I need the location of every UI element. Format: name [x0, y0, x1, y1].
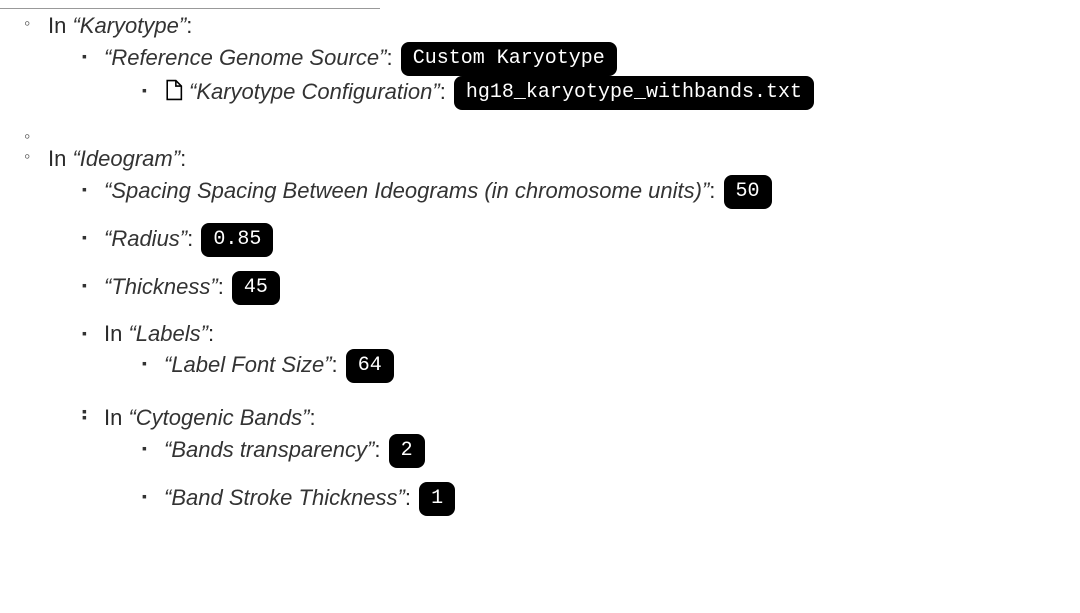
labels-name: “Labels” — [128, 321, 207, 346]
thickness-value: 45 — [232, 271, 280, 305]
file-icon — [164, 79, 183, 110]
radius-value: 0.85 — [201, 223, 273, 257]
karyotype-suffix: : — [186, 13, 192, 38]
ref-genome-value: Custom Karyotype — [401, 42, 617, 76]
ideogram-prefix: In — [48, 146, 72, 171]
spacing-value: 50 — [724, 175, 772, 209]
label-font-size-label: “Label Font Size” — [164, 352, 332, 377]
colon: : — [187, 225, 199, 250]
top-divider — [0, 8, 380, 9]
band-stroke-label: “Band Stroke Thickness” — [164, 485, 405, 510]
band-stroke-item: “Band Stroke Thickness”: 1 — [164, 482, 1080, 516]
ideogram-name: “Ideogram” — [72, 146, 180, 171]
band-stroke-value: 1 — [419, 482, 455, 516]
colon: : — [709, 177, 721, 202]
spacer — [48, 124, 1080, 144]
cytogenic-subsection: In “Cytogenic Bands”: “Bands transparenc… — [104, 403, 1080, 516]
radius-label: “Radius” — [104, 225, 187, 250]
cytogenic-prefix: In — [104, 405, 128, 430]
outer-list: In “Karyotype”: “Reference Genome Source… — [0, 11, 1080, 516]
colon: : — [440, 79, 452, 104]
colon: : — [405, 485, 417, 510]
colon: : — [374, 437, 386, 462]
labels-suffix: : — [208, 321, 214, 346]
cytogenic-suffix: : — [309, 405, 315, 430]
spacing-item: “Spacing Spacing Between Ideograms (in c… — [104, 175, 1080, 209]
karyotype-config-item: “Karyotype Configuration”: hg18_karyotyp… — [164, 76, 1080, 110]
karyotype-section: In “Karyotype”: “Reference Genome Source… — [48, 11, 1080, 110]
karyotype-sub-items: “Karyotype Configuration”: hg18_karyotyp… — [104, 76, 1080, 110]
karyotype-prefix: In — [48, 13, 72, 38]
label-font-size-item: “Label Font Size”: 64 — [164, 349, 1080, 383]
karyotype-items: “Reference Genome Source”: Custom Karyot… — [48, 42, 1080, 110]
radius-item: “Radius”: 0.85 — [104, 223, 1080, 257]
bands-transparency-label: “Bands transparency” — [164, 437, 374, 462]
cytogenic-name: “Cytogenic Bands” — [128, 405, 309, 430]
cytogenic-items: “Bands transparency”: 2 “Band Stroke Thi… — [104, 434, 1080, 516]
labels-prefix: In — [104, 321, 128, 346]
ideogram-items: “Spacing Spacing Between Ideograms (in c… — [48, 175, 1080, 517]
labels-items: “Label Font Size”: 64 — [104, 349, 1080, 383]
thickness-label: “Thickness” — [104, 273, 218, 298]
karyotype-config-label: “Karyotype Configuration” — [189, 79, 440, 104]
ideogram-suffix: : — [180, 146, 186, 171]
ref-genome-label: “Reference Genome Source” — [104, 45, 386, 70]
label-font-size-value: 64 — [346, 349, 394, 383]
labels-subsection: In “Labels”: “Label Font Size”: 64 — [104, 319, 1080, 384]
ideogram-section: In “Ideogram”: “Spacing Spacing Between … — [48, 144, 1080, 516]
karyotype-name: “Karyotype” — [72, 13, 186, 38]
thickness-item: “Thickness”: 45 — [104, 271, 1080, 305]
colon: : — [386, 45, 398, 70]
karyotype-config-value: hg18_karyotype_withbands.txt — [454, 76, 814, 110]
spacing-label: “Spacing Spacing Between Ideograms (in c… — [104, 177, 709, 202]
bands-transparency-value: 2 — [389, 434, 425, 468]
bands-transparency-item: “Bands transparency”: 2 — [164, 434, 1080, 468]
colon: : — [218, 273, 230, 298]
colon: : — [332, 352, 344, 377]
ref-genome-item: “Reference Genome Source”: Custom Karyot… — [104, 42, 1080, 110]
